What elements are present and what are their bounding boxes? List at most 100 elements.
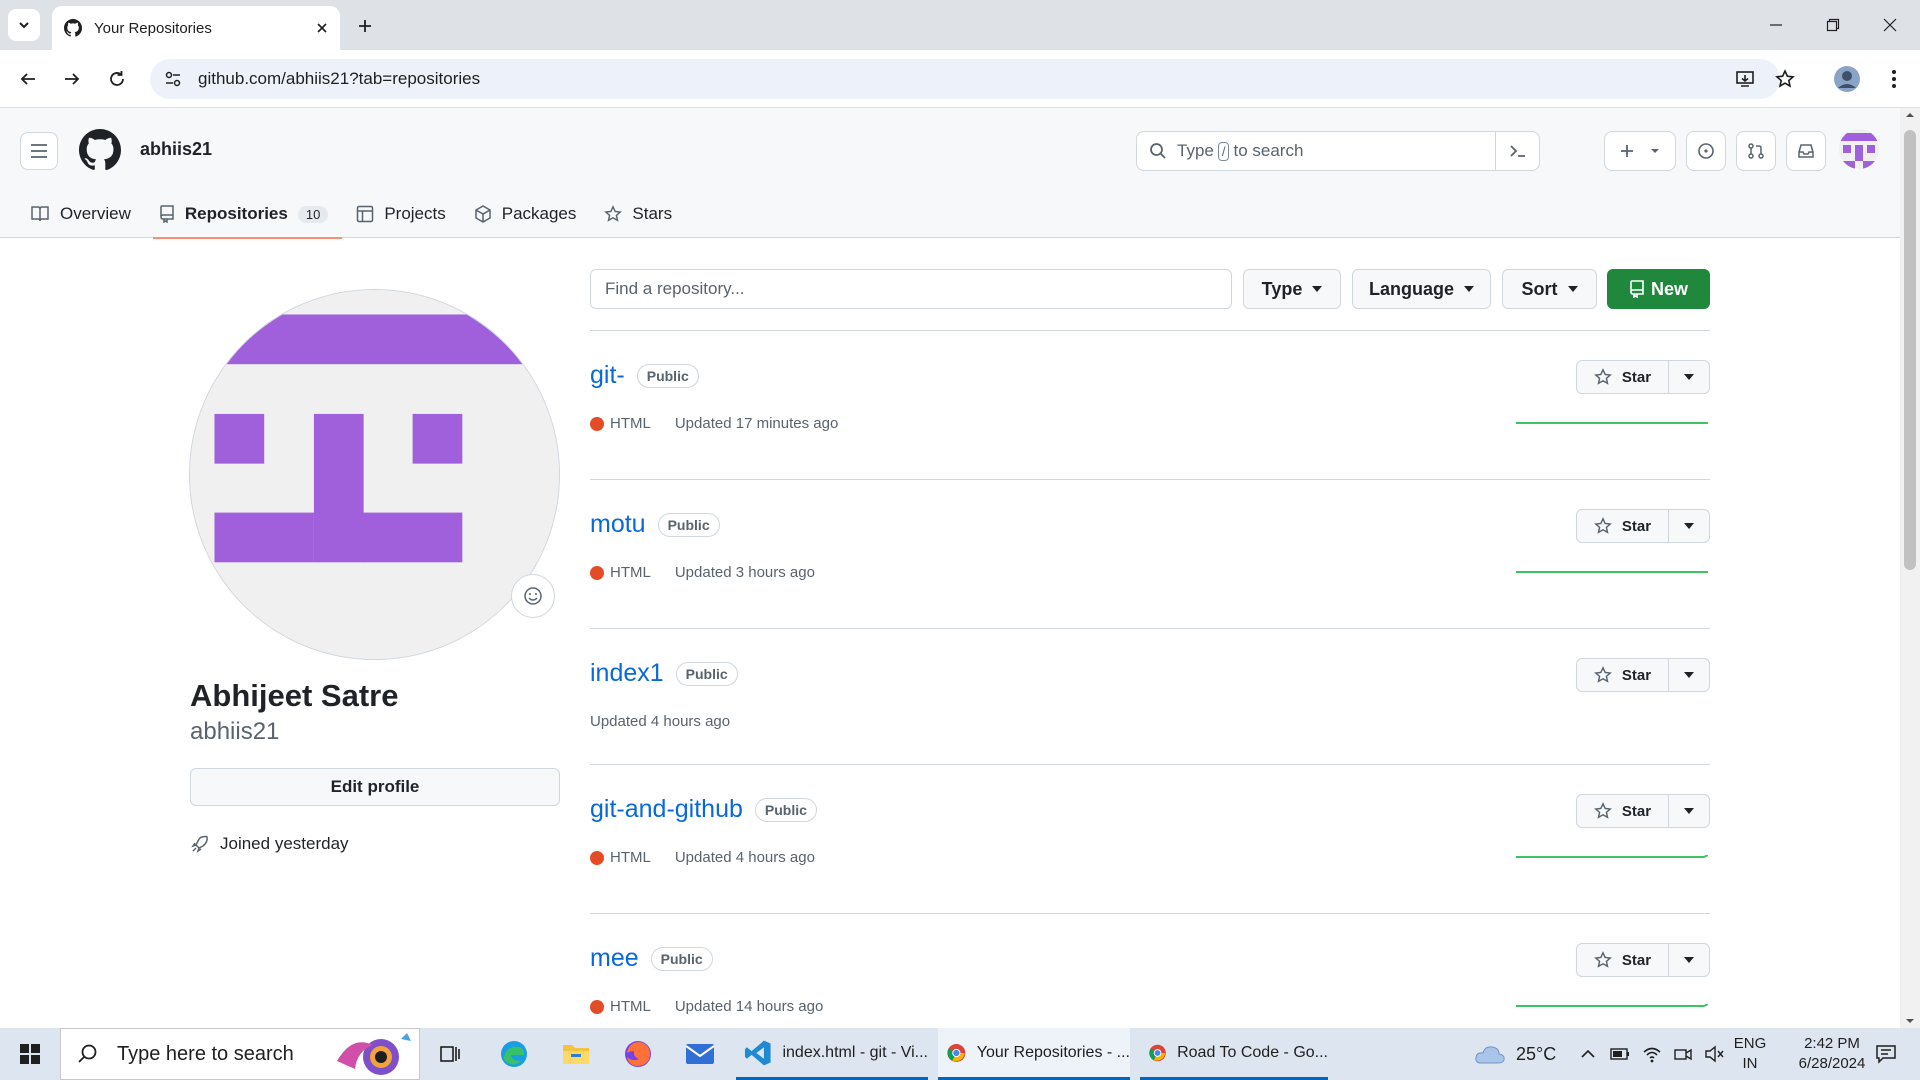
browser-profile-button[interactable] bbox=[1831, 63, 1863, 95]
language-filter-button[interactable]: Language bbox=[1352, 269, 1491, 309]
reload-icon bbox=[110, 71, 124, 86]
star-button[interactable]: Star bbox=[1577, 944, 1669, 976]
weather-temperature: 25°C bbox=[1516, 1043, 1557, 1064]
repo-name-link[interactable]: motu bbox=[590, 510, 646, 539]
caret-down-icon bbox=[1684, 672, 1694, 678]
repo-name-link[interactable]: index1 bbox=[590, 659, 664, 688]
search-highlight-art-icon bbox=[337, 1033, 411, 1075]
tab-packages[interactable]: Packages bbox=[460, 190, 591, 238]
find-repository-input[interactable] bbox=[590, 269, 1232, 309]
sort-filter-button[interactable]: Sort bbox=[1502, 269, 1597, 309]
star-list-dropdown[interactable] bbox=[1669, 795, 1709, 827]
taskbar-app-chrome-repos[interactable]: Your Repositories - ... bbox=[938, 1028, 1130, 1080]
address-bar[interactable]: github.com/abhiis21?tab=repositories bbox=[150, 59, 1780, 99]
set-status-button[interactable] bbox=[511, 574, 555, 618]
close-window-button[interactable] bbox=[1870, 10, 1910, 40]
page-scrollbar[interactable] bbox=[1900, 108, 1920, 1028]
star-list-dropdown[interactable] bbox=[1669, 361, 1709, 393]
forward-button[interactable] bbox=[56, 63, 88, 95]
tab-projects[interactable]: Projects bbox=[342, 190, 459, 238]
repo-name-link[interactable]: mee bbox=[590, 944, 639, 973]
taskbar-firefox[interactable] bbox=[618, 1036, 658, 1072]
star-icon bbox=[1594, 517, 1612, 534]
chrome-icon bbox=[947, 1043, 966, 1062]
restore-icon bbox=[1826, 18, 1840, 32]
star-button[interactable]: Star bbox=[1577, 795, 1669, 827]
create-new-button[interactable] bbox=[1604, 131, 1676, 171]
repo-name-link[interactable]: git- bbox=[590, 361, 625, 390]
global-search-input[interactable]: Type / to search bbox=[1136, 131, 1540, 171]
star-button-group: Star bbox=[1576, 658, 1710, 692]
windows-taskbar: Type here to search index.html - git - V… bbox=[0, 1028, 1920, 1080]
install-app-button[interactable] bbox=[1729, 63, 1761, 95]
tab-stars-label: Stars bbox=[632, 204, 673, 223]
hamburger-icon bbox=[31, 144, 47, 158]
terminal-icon bbox=[1509, 145, 1525, 157]
command-palette-button[interactable] bbox=[1495, 132, 1539, 170]
weather-widget[interactable]: 25°C bbox=[1474, 1028, 1556, 1080]
start-button[interactable] bbox=[10, 1038, 50, 1070]
visibility-badge: Public bbox=[636, 363, 699, 388]
minimize-button[interactable] bbox=[1756, 10, 1796, 40]
github-logo-link[interactable] bbox=[79, 129, 121, 171]
chevron-up-icon[interactable] bbox=[1580, 1048, 1596, 1060]
star-button[interactable]: Star bbox=[1577, 510, 1669, 542]
taskbar-edge[interactable] bbox=[494, 1036, 534, 1072]
tab-search-button[interactable] bbox=[8, 9, 40, 41]
site-settings-icon[interactable] bbox=[164, 70, 182, 88]
star-icon bbox=[1594, 368, 1612, 385]
notification-center-button[interactable] bbox=[1866, 1028, 1906, 1080]
star-list-dropdown[interactable] bbox=[1669, 510, 1709, 542]
volume-muted-icon[interactable] bbox=[1704, 1045, 1724, 1063]
notifications-button[interactable] bbox=[1786, 131, 1826, 171]
star-list-dropdown[interactable] bbox=[1669, 659, 1709, 691]
star-icon bbox=[604, 205, 623, 222]
scrollbar-thumb[interactable] bbox=[1904, 130, 1916, 570]
global-menu-button[interactable] bbox=[20, 132, 58, 170]
star-button[interactable]: Star bbox=[1577, 659, 1669, 691]
wifi-icon[interactable] bbox=[1642, 1045, 1662, 1063]
taskbar-search-box[interactable]: Type here to search bbox=[60, 1028, 420, 1080]
folder-icon bbox=[563, 1045, 589, 1064]
tab-projects-label: Projects bbox=[384, 204, 446, 223]
header-username[interactable]: abhiis21 bbox=[140, 139, 212, 160]
tab-repositories[interactable]: Repositories 10 bbox=[145, 190, 343, 239]
task-view-button[interactable] bbox=[430, 1036, 470, 1072]
star-button[interactable]: Star bbox=[1577, 361, 1669, 393]
taskbar-app-chrome-road[interactable]: Road To Code - Go... bbox=[1140, 1028, 1328, 1080]
reload-button[interactable] bbox=[101, 63, 133, 95]
header-avatar[interactable] bbox=[1839, 129, 1879, 169]
meet-now-icon[interactable] bbox=[1674, 1045, 1692, 1063]
repo-name-link[interactable]: git-and-github bbox=[590, 795, 743, 824]
repository-list: git- Public HTML Updated 17 minutes ago … bbox=[590, 330, 1710, 1062]
tab-stars[interactable]: Stars bbox=[590, 190, 686, 238]
star-list-dropdown[interactable] bbox=[1669, 944, 1709, 976]
browser-toolbar: github.com/abhiis21?tab=repositories bbox=[0, 50, 1920, 108]
vscode-icon bbox=[744, 1040, 771, 1065]
browser-tab-active[interactable]: Your Repositories bbox=[52, 6, 340, 50]
browser-menu-button[interactable] bbox=[1878, 63, 1910, 95]
issues-button[interactable] bbox=[1686, 131, 1726, 171]
type-filter-button[interactable]: Type bbox=[1243, 269, 1341, 309]
profile-avatar[interactable] bbox=[189, 289, 560, 660]
restore-button[interactable] bbox=[1813, 10, 1853, 40]
address-url[interactable]: github.com/abhiis21?tab=repositories bbox=[198, 69, 480, 89]
tab-overview[interactable]: Overview bbox=[16, 190, 145, 238]
list-item: git-and-github Public HTML Updated 4 hou… bbox=[590, 764, 1710, 913]
new-repository-button[interactable]: New bbox=[1607, 269, 1710, 309]
scroll-up-arrow-icon[interactable] bbox=[1900, 108, 1920, 122]
taskbar-mail[interactable] bbox=[680, 1036, 720, 1072]
back-button[interactable] bbox=[12, 63, 44, 95]
scroll-down-arrow-icon[interactable] bbox=[1900, 1014, 1920, 1028]
new-tab-button[interactable] bbox=[350, 11, 380, 41]
pull-requests-button[interactable] bbox=[1736, 131, 1776, 171]
battery-icon[interactable] bbox=[1610, 1047, 1630, 1061]
caret-down-icon bbox=[1684, 808, 1694, 814]
taskbar-app-vscode[interactable]: index.html - git - Vi... bbox=[736, 1028, 928, 1080]
edit-profile-button[interactable]: Edit profile bbox=[190, 768, 560, 806]
bookmark-button[interactable] bbox=[1769, 63, 1801, 95]
caret-down-icon bbox=[1684, 523, 1694, 529]
input-language-indicator[interactable]: ENG IN bbox=[1730, 1034, 1770, 1074]
taskbar-file-explorer[interactable] bbox=[556, 1036, 596, 1072]
close-icon[interactable] bbox=[316, 22, 328, 34]
